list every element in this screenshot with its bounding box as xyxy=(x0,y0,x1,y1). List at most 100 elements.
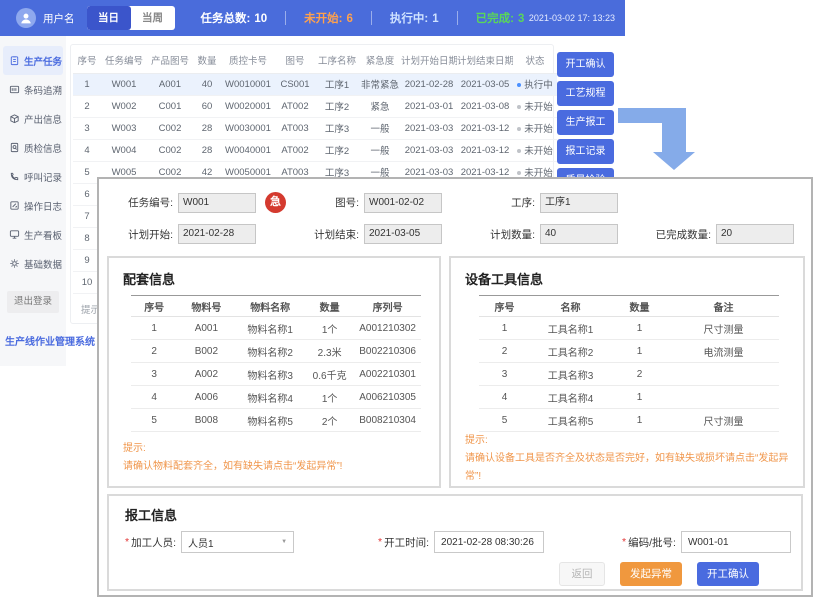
sidebar-item-base-data[interactable]: 基础数据 xyxy=(0,249,66,278)
flow-arrow-icon xyxy=(618,108,695,170)
material-section: 配套信息 序号 物料号 物料名称 数量 序列号 1 A001 物料名称1 1个 A001… xyxy=(107,256,441,488)
production-report-button[interactable]: 生产报工 xyxy=(557,110,614,135)
start-confirm-button[interactable]: 开工确认 xyxy=(557,52,614,77)
stat-value: 6 xyxy=(346,13,353,25)
process-label: 工序: xyxy=(511,197,535,209)
plan-qty-label: 计划数量: xyxy=(490,228,535,241)
report-record-button[interactable]: 报工记录 xyxy=(557,139,614,164)
status-dot xyxy=(517,127,522,131)
status-badge: 未开始 xyxy=(524,124,553,135)
plan-start-field[interactable]: 2021-02-28 xyxy=(178,224,256,244)
user-avatar-icon[interactable] xyxy=(16,8,36,28)
col-plan-end: 计划结束日期 xyxy=(457,47,513,74)
task-no-label: 任务编号: xyxy=(128,197,173,209)
material-section-title: 配套信息 xyxy=(123,272,176,287)
tool-row: 3 工具名称3 2 xyxy=(479,362,779,386)
table-row[interactable]: 2 W002 C001 60 W0020001 AT002 工序2 紧急 2021-03-01 2… xyxy=(73,95,557,118)
required-mark: * xyxy=(378,536,383,548)
sidebar-item-barcode-trace[interactable]: 条码追溯 xyxy=(0,75,66,104)
material-tip: 提示: 请确认物料配套齐全，如有缺失请点击“发起异常”! xyxy=(123,443,343,472)
screen: 用户名 当日 当周 任务总数: 10 未开始: 6 执行中: 1 已完成: 3 2021… xyxy=(0,0,816,607)
stat-completed: 已完成: 3 xyxy=(476,10,525,26)
task-no-field[interactable]: W001 xyxy=(178,192,256,213)
tool-row: 2 工具名称2 1 电流测量 xyxy=(479,339,779,363)
report-section-title: 报工信息 xyxy=(125,508,178,523)
required-mark: * xyxy=(125,536,130,548)
timestamp: 2021-03-02 17: 13:23 xyxy=(528,13,615,23)
sidebar-item-production-board[interactable]: 生产看板 xyxy=(0,220,66,249)
sidebar-item-production-task[interactable]: 生产任务 xyxy=(3,46,63,75)
stat-not-started: 未开始: 6 xyxy=(304,10,353,26)
completed-qty-label: 已完成数量: xyxy=(655,228,711,241)
stat-value: 1 xyxy=(432,13,439,25)
action-button-column: 开工确认 工艺规程 生产报工 报工记录 质量检验 xyxy=(557,52,614,197)
tab-week[interactable]: 当周 xyxy=(131,6,175,30)
process-field[interactable]: 工序1 xyxy=(540,192,618,213)
urgent-badge: 急 xyxy=(265,192,286,213)
tab-today[interactable]: 当日 xyxy=(86,6,131,30)
process-spec-button[interactable]: 工艺规程 xyxy=(557,81,614,106)
worker-select[interactable]: 人员1 ▼ xyxy=(181,531,295,553)
confirm-start-button[interactable]: 开工确认 xyxy=(697,562,759,586)
status-dot xyxy=(517,105,522,109)
material-row: 3 A002 物料名称3 0.6千克 A002210301 xyxy=(131,362,421,386)
log-icon xyxy=(9,200,20,211)
task-summary-header: 任务编号: W001 急 图号: W001-02-02 工序: 工序1 计划开始… xyxy=(107,179,803,256)
table-row[interactable]: 4 W004 C002 28 W0040001 AT002 工序2 一般 2021-03-03 2… xyxy=(73,139,557,162)
stat-total-tasks: 任务总数: 10 xyxy=(201,10,268,26)
status-badge: 执行中 xyxy=(524,80,553,91)
stat-label: 已完成: xyxy=(475,13,514,25)
sidebar-item-label: 基础数据 xyxy=(24,259,63,271)
completed-qty-field[interactable]: 20 xyxy=(716,224,794,244)
plan-end-label: 计划结束: xyxy=(314,228,359,241)
stat-label: 执行中: xyxy=(389,13,429,25)
plan-qty-field[interactable]: 40 xyxy=(540,224,618,244)
sidebar-item-label: 条码追溯 xyxy=(24,85,63,97)
back-button[interactable]: 返回 xyxy=(559,562,605,586)
plan-end-field[interactable]: 2021-03-05 xyxy=(364,224,442,244)
database-gear-icon xyxy=(9,258,20,269)
topbar: 用户名 当日 当周 任务总数: 10 未开始: 6 执行中: 1 已完成: 3 2021… xyxy=(0,0,625,36)
sidebar-item-quality-info[interactable]: 质检信息 xyxy=(0,133,66,162)
col-plan-start: 计划开始日期 xyxy=(401,47,457,74)
sidebar-item-label: 呼叫记录 xyxy=(24,172,63,184)
sidebar-item-label: 产出信息 xyxy=(24,114,63,126)
dashboard-icon xyxy=(9,229,20,240)
clipboard-icon xyxy=(9,55,20,66)
tool-tip: 提示: 请确认设备工具是否齐全及状态是否完好，如有缺失或损坏请点击“发起异常”! xyxy=(465,435,789,482)
sidebar-item-label: 生产看板 xyxy=(24,230,63,242)
col-qty: 数量 xyxy=(193,47,221,74)
task-detail-panel: 任务编号: W001 急 图号: W001-02-02 工序: 工序1 计划开始… xyxy=(97,177,813,597)
col-urgency: 紧急度 xyxy=(359,47,401,74)
stat-running: 执行中: 1 xyxy=(390,10,439,26)
col-task-no: 任务编号 xyxy=(101,47,147,74)
divider xyxy=(456,11,458,25)
sidebar-item-output-info[interactable]: 产出信息 xyxy=(0,104,66,133)
start-time-input[interactable]: 2021-02-28 08:30:26 xyxy=(434,531,545,553)
raise-exception-button[interactable]: 发起异常 xyxy=(620,562,682,586)
tool-row: 1 工具名称1 1 尺寸测量 xyxy=(479,316,779,340)
status-dot xyxy=(517,83,522,87)
stat-label: 任务总数: xyxy=(200,13,251,25)
col-drawing: 图号 xyxy=(275,47,315,74)
drawing-no-field[interactable]: W001-02-02 xyxy=(364,192,442,213)
table-row[interactable]: 1 W001 A001 40 W0010001 CS001 工序1 非常紧急 2021-02-2… xyxy=(73,73,557,96)
phone-icon xyxy=(9,171,20,182)
col-status: 状态 xyxy=(513,47,557,74)
quality-doc-icon xyxy=(9,142,20,153)
sidebar-item-call-record[interactable]: 呼叫记录 xyxy=(0,162,66,191)
sidebar-item-label: 生产任务 xyxy=(24,56,63,68)
worker-label: 加工人员: xyxy=(131,536,177,549)
logout-button[interactable]: 退出登录 xyxy=(7,291,59,313)
table-row[interactable]: 3 W003 C002 28 W0030001 AT003 工序3 一般 2021-03-03 2… xyxy=(73,117,557,140)
status-badge: 未开始 xyxy=(524,146,553,157)
batch-no-label: 编码/批号: xyxy=(628,536,676,549)
tool-table: 序号 名称 数量 备注 1 工具名称1 1 尺寸测量 2 工具名称2 1 电流测量 3 工具名… xyxy=(479,295,779,432)
batch-no-input[interactable]: W001-01 xyxy=(680,531,791,553)
status-badge: 未开始 xyxy=(524,102,553,113)
status-dot xyxy=(517,171,522,175)
tool-row: 5 工具名称5 1 尺寸测量 xyxy=(479,408,779,432)
sidebar: 生产任务 条码追溯 产出信息 质检信息 呼叫记录 操作日志 生产看板 基础数据 xyxy=(0,36,66,366)
output-box-icon xyxy=(9,113,20,124)
sidebar-item-operation-log[interactable]: 操作日志 xyxy=(0,191,66,220)
